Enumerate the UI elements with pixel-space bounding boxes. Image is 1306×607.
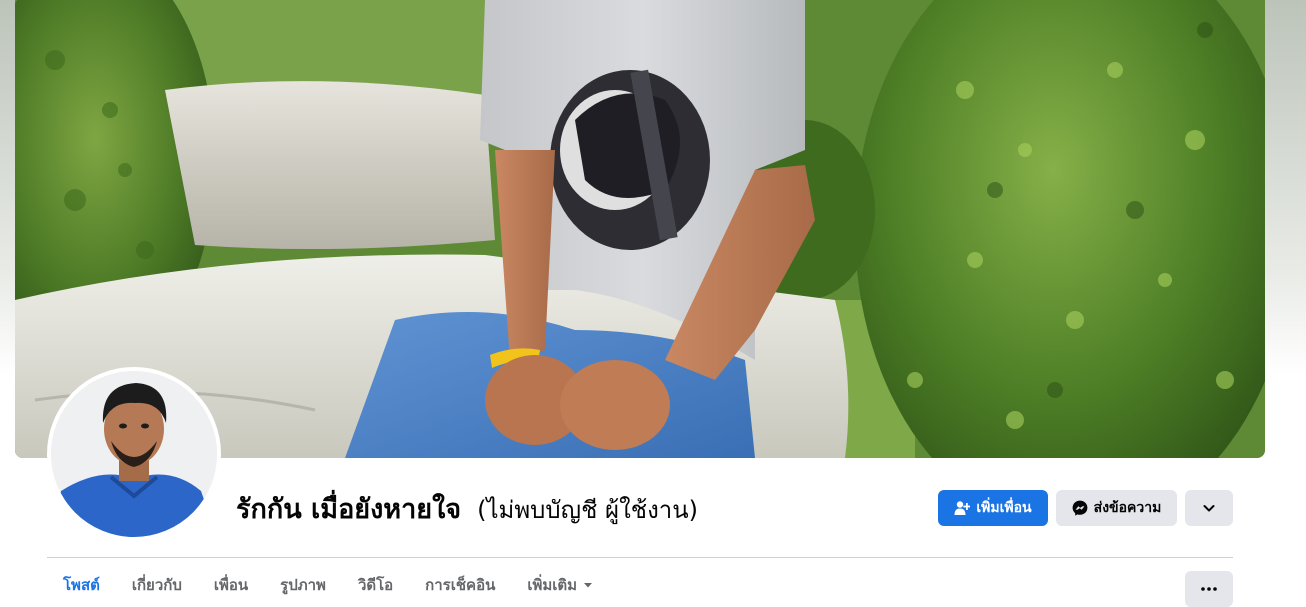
profile-options-dropdown[interactable] — [1185, 490, 1233, 526]
add-friend-button[interactable]: เพิ่มเพื่อน — [938, 490, 1048, 526]
tab-posts-label: โพสต์ — [63, 575, 100, 594]
tab-friends[interactable]: เพื่อน — [198, 562, 264, 607]
tab-more-label: เพิ่มเติม — [527, 575, 578, 594]
tab-videos[interactable]: วิดีโอ — [342, 562, 409, 607]
person-add-icon — [954, 500, 971, 516]
tab-about-label: เกี่ยวกับ — [131, 575, 182, 594]
tab-check-ins[interactable]: การเช็คอิน — [409, 562, 511, 607]
tab-friends-label: เพื่อน — [213, 575, 249, 594]
tab-photos-label: รูปภาพ — [280, 575, 326, 594]
send-message-button[interactable]: ส่งข้อความ — [1056, 490, 1177, 526]
profile-name: รักกัน เมื่อยังหายใจ — [236, 494, 462, 525]
more-horizontal-icon — [1201, 587, 1217, 591]
send-message-label: ส่งข้อความ — [1093, 500, 1162, 516]
tab-photos[interactable]: รูปภาพ — [264, 562, 342, 607]
tab-videos-label: วิดีโอ — [357, 575, 394, 594]
tab-posts[interactable]: โพสต์ — [47, 562, 116, 607]
cover-photo-image — [15, 0, 1265, 458]
more-options-button[interactable] — [1185, 571, 1233, 607]
tab-check-ins-label: การเช็คอิน — [425, 575, 496, 594]
tab-about[interactable]: เกี่ยวกับ — [116, 562, 198, 607]
profile-page: รักกัน เมื่อยังหายใจ (ไม่พบบัญชี ผู้ใช้ง… — [0, 0, 1306, 607]
messenger-icon — [1072, 500, 1088, 516]
profile-divider — [47, 557, 1233, 558]
cover-photo[interactable] — [15, 0, 1265, 458]
caret-down-icon — [583, 580, 593, 590]
chevron-down-icon — [1202, 501, 1216, 515]
profile-alternate-name: (ไม่พบบัญชี ผู้ใช้งาน) — [477, 496, 699, 524]
add-friend-label: เพิ่มเพื่อน — [976, 500, 1032, 516]
profile-avatar-image — [51, 371, 217, 537]
profile-avatar[interactable] — [47, 367, 221, 541]
tab-more[interactable]: เพิ่มเติม — [511, 562, 609, 607]
profile-tabs: โพสต์ เกี่ยวกับ เพื่อน รูปภาพ วิดีโอ การ… — [47, 562, 609, 607]
profile-name-row: รักกัน เมื่อยังหายใจ (ไม่พบบัญชี ผู้ใช้ง… — [236, 487, 698, 531]
